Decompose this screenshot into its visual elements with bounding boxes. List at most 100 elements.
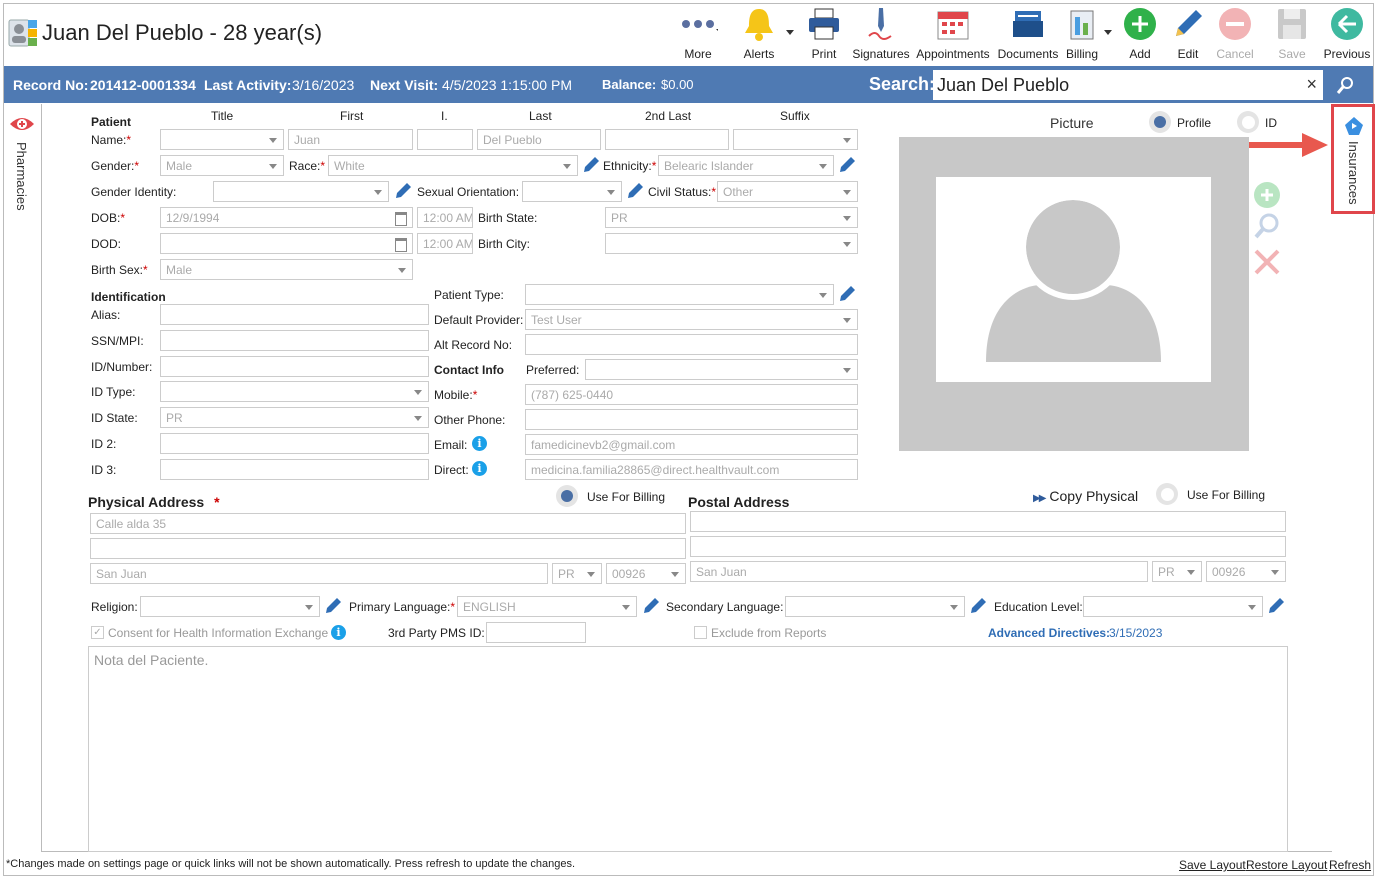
religion-select[interactable] [140,596,320,617]
previous-button[interactable]: Previous [1322,6,1372,62]
id-type-select[interactable] [160,381,429,402]
primary-language-select[interactable]: ENGLISH [457,596,637,617]
copy-physical-button[interactable]: ▶▶ Copy Physical [1033,488,1138,504]
add-photo-icon[interactable] [1253,181,1281,209]
patient-type-select[interactable] [525,284,834,305]
documents-button[interactable]: Documents [996,6,1060,62]
postal-use-for-billing-radio[interactable] [1156,483,1178,505]
dod-date-input[interactable] [160,233,413,254]
alias-input[interactable] [160,304,429,325]
physical-zip-select[interactable]: 00926 [606,563,686,584]
sexual-orientation-select[interactable] [522,181,622,202]
email-input[interactable]: famedicinevb2@gmail.com [525,434,858,455]
mobile-label: Mobile:* [434,388,478,402]
birth-state-select[interactable]: PR [605,207,858,228]
alerts-button[interactable]: Alerts [736,6,782,62]
id-radio-label: ID [1265,116,1277,130]
id-number-input[interactable] [160,356,429,377]
postal-address-line2-input[interactable] [690,536,1286,557]
consent-checkbox[interactable]: ✓ [91,626,104,639]
dob-time-input[interactable]: 12:00 AM [417,207,473,228]
postal-address-line1-input[interactable] [690,511,1286,532]
first-name-input[interactable]: Juan [288,129,413,150]
patient-type-edit-pencil-icon[interactable] [838,285,856,303]
ssn-input[interactable] [160,330,429,351]
print-button[interactable]: Print [802,6,846,62]
id-state-select[interactable]: PR [160,407,429,428]
direct-email-input[interactable]: medicina.familia28865@direct.healthvault… [525,459,858,480]
consent-info-icon[interactable]: i [331,625,346,640]
save-button[interactable]: Save [1270,6,1314,62]
primary-language-edit-pencil-icon[interactable] [642,597,660,615]
race-edit-pencil-icon[interactable] [582,156,600,174]
alerts-dropdown-icon[interactable] [786,30,794,35]
refresh-link[interactable]: Refresh [1329,858,1371,872]
physical-city-input[interactable]: San Juan [90,563,548,584]
profile-radio[interactable] [1149,111,1171,133]
save-layout-link[interactable]: Save Layout [1179,858,1246,872]
education-level-select[interactable] [1083,596,1263,617]
preferred-select[interactable] [585,359,858,380]
add-button[interactable]: Add [1120,6,1160,62]
race-select[interactable]: White [328,155,578,176]
gender-identity-edit-pencil-icon[interactable] [394,182,412,200]
pharmacies-tab[interactable]: Pharmacies [8,112,36,222]
physical-address-line1-input[interactable]: Calle alda 35 [90,513,686,534]
physical-state-select[interactable]: PR [552,563,602,584]
search-icon[interactable] [1332,72,1360,100]
physical-use-for-billing-radio[interactable] [556,485,578,507]
postal-city-input[interactable]: San Juan [690,561,1148,582]
physical-address-line2-input[interactable] [90,538,686,559]
patient-note-textarea[interactable]: Nota del Paciente. [88,646,1288,852]
cancel-button[interactable]: Cancel [1212,6,1258,62]
birth-city-select[interactable] [605,233,858,254]
search-input[interactable]: Juan Del Pueblo × [933,70,1323,100]
religion-edit-pencil-icon[interactable] [324,597,342,615]
direct-info-icon[interactable]: i [472,461,487,476]
secondary-language-select[interactable] [785,596,965,617]
dob-date-input[interactable]: 12/9/1994 [160,207,413,228]
ethnicity-select[interactable]: Belearic Islander [658,155,834,176]
id2-input[interactable] [160,433,429,454]
birth-sex-select[interactable]: Male [160,259,413,280]
billing-button[interactable]: Billing [1062,6,1102,62]
zoom-photo-icon[interactable] [1253,212,1281,240]
civil-status-select[interactable]: Other [717,181,858,202]
second-last-input[interactable] [605,129,729,150]
id3-input[interactable] [160,459,429,480]
more-button[interactable]: More [677,6,719,62]
direct-label: Direct: [434,463,469,477]
third-party-pms-label: 3rd Party PMS ID: [388,626,485,640]
patient-section-heading: Patient [91,115,132,129]
title-select[interactable] [160,129,284,150]
last-name-input[interactable]: Del Pueblo [477,129,601,150]
restore-layout-link[interactable]: Restore Layout [1246,858,1327,872]
gender-select[interactable]: Male [160,155,284,176]
alt-record-input[interactable] [525,334,858,355]
id-radio[interactable] [1237,111,1259,133]
postal-zip-select[interactable]: 00926 [1206,561,1286,582]
appointments-button[interactable]: Appointments [914,6,992,62]
other-phone-input[interactable] [525,409,858,430]
secondary-language-edit-pencil-icon[interactable] [969,597,987,615]
advanced-directives-value[interactable]: 3/15/2023 [1109,626,1162,640]
exclude-reports-checkbox[interactable] [694,626,707,639]
education-level-edit-pencil-icon[interactable] [1267,597,1285,615]
edit-button[interactable]: Edit [1168,6,1208,62]
email-info-icon[interactable]: i [472,436,487,451]
insurances-tab[interactable]: Insurances [1331,104,1375,214]
dod-time-input[interactable]: 12:00 AM [417,233,473,254]
signatures-button[interactable]: Signatures [851,6,911,62]
mobile-input[interactable]: (787) 625-0440 [525,384,858,405]
billing-dropdown-icon[interactable] [1104,30,1112,35]
postal-state-select[interactable]: PR [1152,561,1202,582]
ethnicity-edit-pencil-icon[interactable] [838,156,856,174]
default-provider-select[interactable]: Test User [525,309,858,330]
suffix-select[interactable] [733,129,858,150]
search-clear-icon[interactable]: × [1306,74,1317,95]
third-party-pms-input[interactable] [486,622,586,643]
delete-photo-icon[interactable] [1253,248,1281,276]
sexual-orientation-edit-pencil-icon[interactable] [626,182,644,200]
gender-identity-select[interactable] [213,181,389,202]
initial-input[interactable] [417,129,473,150]
